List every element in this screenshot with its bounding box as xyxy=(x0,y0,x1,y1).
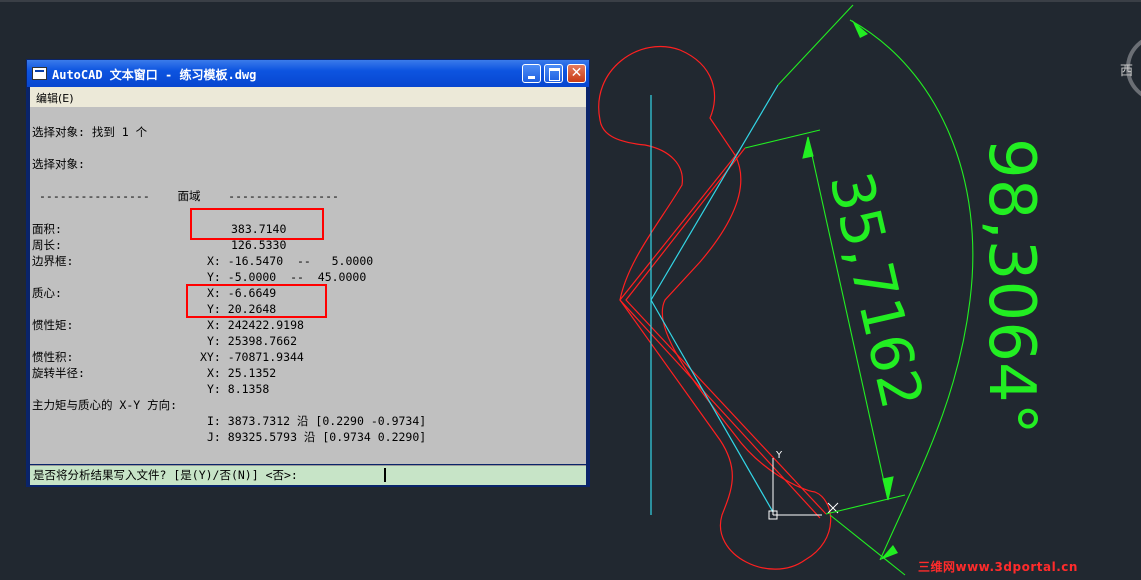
perimeter-label: 周长: xyxy=(32,238,62,252)
text-window[interactable]: AutoCAD 文本窗口 - 练习模板.dwg ✕ 编辑(E) 选择对象: 找到… xyxy=(26,59,590,487)
command-prompt: 是否将分析结果写入文件? [是(Y)/否(N)] <否>: xyxy=(33,468,298,482)
moi-x: X: 242422.9198 xyxy=(207,318,304,332)
watermark: 三维网www.3dportal.cn xyxy=(918,560,1078,574)
menu-bar: 编辑(E) xyxy=(30,87,586,107)
moi-y: Y: 25398.7662 xyxy=(207,334,298,348)
region-outline[interactable] xyxy=(598,45,832,570)
principal-i: I: 3873.7312 沿 [0.2290 -0.9734] xyxy=(207,414,427,428)
command-line[interactable]: 是否将分析结果写入文件? [是(Y)/否(N)] <否>: xyxy=(30,465,586,485)
axis-lines xyxy=(650,84,779,515)
highlight-area xyxy=(190,208,324,240)
linear-dimension-text[interactable]: 35,7162 xyxy=(816,166,936,415)
highlight-centroid xyxy=(186,284,327,318)
compass-west-label: 西 xyxy=(1120,64,1134,79)
close-button[interactable]: ✕ xyxy=(567,64,586,83)
window-title: AutoCAD 文本窗口 - 练习模板.dwg xyxy=(52,68,257,82)
line-select: 选择对象: xyxy=(32,157,85,171)
poi-xy: XY: -70871.9344 xyxy=(200,350,304,364)
window-titlebar[interactable]: AutoCAD 文本窗口 - 练习模板.dwg ✕ xyxy=(27,60,589,87)
moi-label: 惯性矩: xyxy=(32,318,74,332)
gyration-y: Y: 8.1358 xyxy=(207,382,270,396)
text-cursor xyxy=(384,468,386,482)
angular-dimension-text[interactable]: 98,3064° xyxy=(974,138,1048,435)
close-icon: ✕ xyxy=(570,65,583,81)
principal-j: J: 89325.5793 沿 [0.9734 0.2290] xyxy=(207,430,427,444)
poi-label: 惯性积: xyxy=(32,350,74,364)
bbox-label: 边界框: xyxy=(32,254,74,268)
line-region-header: ---------------- 面域 ---------------- xyxy=(39,189,339,203)
ucs-y-label: Y xyxy=(775,450,783,461)
text-output[interactable]: 选择对象: 找到 1 个 选择对象: ---------------- 面域 -… xyxy=(30,107,586,464)
line-select-found: 选择对象: 找到 1 个 xyxy=(32,125,148,139)
gyration-x: X: 25.1352 xyxy=(207,366,277,380)
bbox-y: Y: -5.0000 -- 45.0000 xyxy=(207,270,367,284)
bbox-x: X: -16.5470 -- 5.0000 xyxy=(207,254,374,268)
app-window-icon xyxy=(32,67,47,80)
minimize-button[interactable] xyxy=(522,64,541,83)
menu-edit[interactable]: 编辑(E) xyxy=(36,90,74,106)
maximize-button[interactable] xyxy=(544,64,563,83)
area-label: 面积: xyxy=(32,222,62,236)
gyration-label: 旋转半径: xyxy=(32,366,85,380)
maximize-icon xyxy=(549,68,560,81)
centroid-label: 质心: xyxy=(32,286,62,300)
principal-label: 主力矩与质心的 X-Y 方向: xyxy=(32,398,178,412)
perimeter-value: 126.5330 xyxy=(231,238,287,252)
minimize-icon xyxy=(528,76,535,79)
